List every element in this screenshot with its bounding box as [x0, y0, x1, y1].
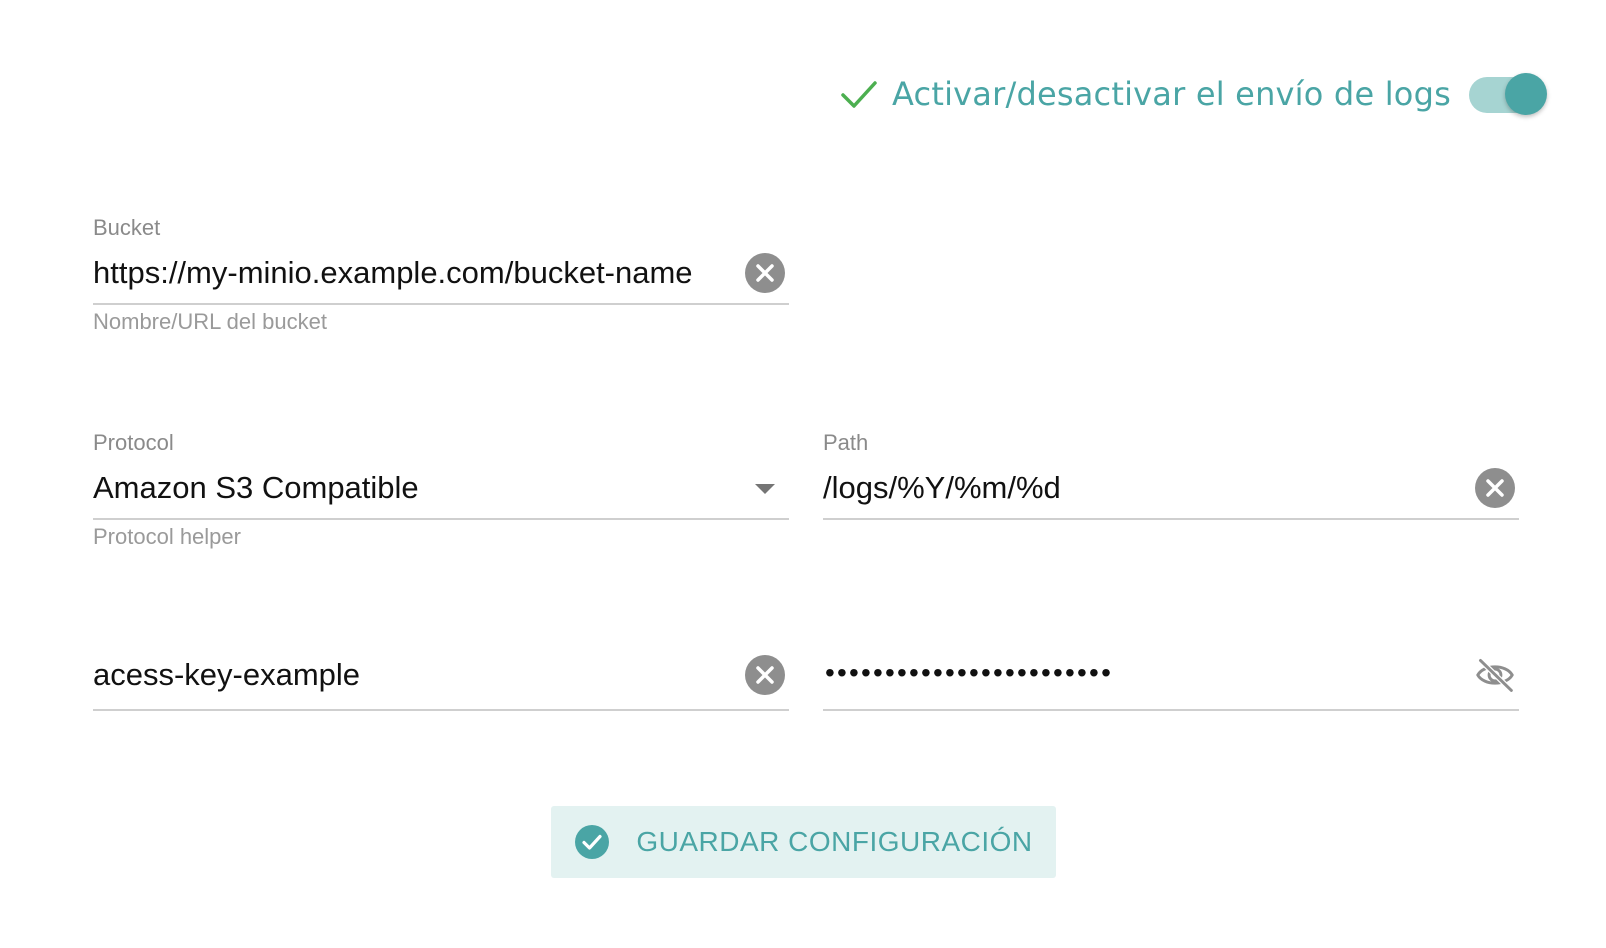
clear-icon: [1475, 468, 1515, 508]
access-key-input[interactable]: [93, 655, 733, 695]
protocol-helper-text: Protocol helper: [93, 524, 241, 549]
toggle-visibility-button[interactable]: [1475, 655, 1515, 695]
secret-key-input[interactable]: ••••••••••••••••••••••••: [823, 645, 1519, 711]
check-icon: [840, 78, 878, 110]
bucket-field: Bucket Nombre/URL del bucket: [93, 215, 789, 345]
protocol-field: Protocol Amazon S3 Compatible Protocol h…: [93, 430, 789, 560]
bucket-clear-button[interactable]: [745, 253, 785, 293]
access-key-control: [93, 645, 789, 711]
bucket-label: Bucket: [93, 215, 161, 240]
secret-key-field: ••••••••••••••••••••••••: [823, 645, 1519, 715]
bucket-helper-text: Nombre/URL del bucket: [93, 309, 327, 334]
log-toggle-row: Activar/desactivar el envío de logs: [840, 68, 1547, 120]
path-label: Path: [823, 430, 869, 455]
path-input[interactable]: [823, 468, 1463, 508]
secret-key-masked-value: ••••••••••••••••••••••••: [825, 657, 1114, 688]
clear-icon: [745, 253, 785, 293]
log-settings-page: Activar/desactivar el envío de logs Buck…: [0, 0, 1606, 948]
path-control: [823, 456, 1519, 520]
protocol-selected-value: Amazon S3 Compatible: [93, 470, 419, 505]
switch-thumb[interactable]: [1504, 73, 1547, 115]
path-clear-button[interactable]: [1475, 468, 1515, 508]
save-configuration-button[interactable]: GUARDAR CONFIGURACIÓN: [551, 806, 1056, 878]
eye-off-icon: [1476, 657, 1515, 694]
log-toggle-switch[interactable]: [1467, 72, 1547, 116]
save-button-label: GUARDAR CONFIGURACIÓN: [636, 826, 1033, 857]
chevron-down-icon[interactable]: [755, 484, 775, 494]
protocol-label: Protocol: [93, 430, 174, 455]
log-toggle-label: Activar/desactivar el envío de logs: [892, 75, 1451, 113]
path-field: Path: [823, 430, 1519, 530]
protocol-select[interactable]: Amazon S3 Compatible: [93, 456, 789, 520]
bucket-control: [93, 241, 789, 305]
clear-icon: [745, 655, 785, 695]
bucket-input[interactable]: [93, 253, 733, 293]
check-circle-icon: [574, 824, 610, 860]
access-key-clear-button[interactable]: [745, 655, 785, 695]
access-key-field: [93, 645, 789, 715]
